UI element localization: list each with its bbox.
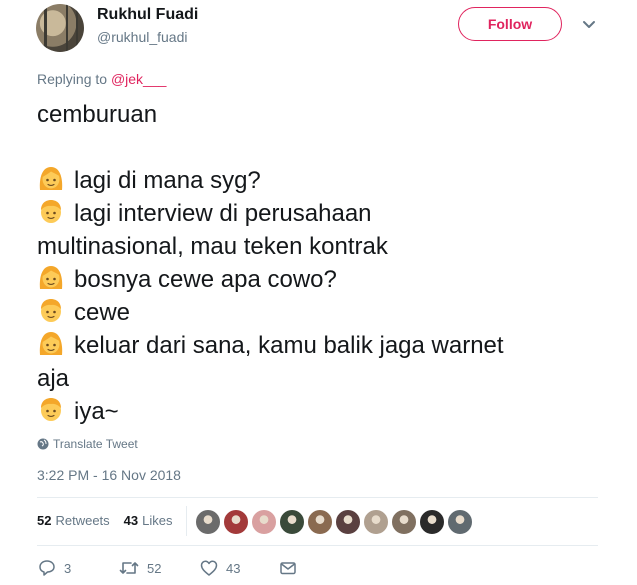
divider <box>37 545 598 546</box>
avatar[interactable] <box>36 4 84 52</box>
retweets-label: Retweets <box>55 513 110 528</box>
dialog-line: aja <box>37 362 597 395</box>
liker-avatar[interactable] <box>363 509 389 535</box>
reply-mention-link[interactable]: @jek___ <box>111 71 166 87</box>
translate-label: Translate Tweet <box>53 437 138 451</box>
display-name[interactable]: Rukhul Fuadi <box>97 6 198 24</box>
dialog-lines: lagi di mana syg? lagi interview di perus… <box>37 164 597 428</box>
liker-avatar[interactable] <box>335 509 361 535</box>
likes-stat[interactable]: 43 Likes <box>124 513 173 528</box>
liker-avatar[interactable] <box>307 509 333 535</box>
liker-avatar[interactable] <box>251 509 277 535</box>
retweet-count: 52 <box>147 560 162 576</box>
like-button[interactable]: 43 <box>200 559 240 577</box>
reply-button[interactable]: 3 <box>38 559 71 577</box>
dialog-line-text: iya~ <box>74 398 119 425</box>
direct-message-button[interactable] <box>279 559 305 577</box>
chevron-down-icon[interactable] <box>582 17 596 31</box>
dialog-line: iya~ <box>37 395 597 428</box>
dialog-line-text: keluar dari sana, kamu balik jaga warnet <box>74 332 504 359</box>
liker-avatar[interactable] <box>223 509 249 535</box>
liker-avatar[interactable] <box>447 509 473 535</box>
user-handle[interactable]: @rukhul_fuadi <box>97 29 188 45</box>
liker-avatar[interactable] <box>419 509 445 535</box>
globe-icon <box>37 438 49 450</box>
dialog-line-text: bosnya cewe apa cowo? <box>74 266 337 293</box>
replying-to: Replying to @jek___ <box>37 71 166 87</box>
translate-tweet-link[interactable]: Translate Tweet <box>37 437 138 451</box>
reply-icon <box>39 560 55 576</box>
heart-icon <box>200 560 218 576</box>
dialog-line: keluar dari sana, kamu balik jaga warnet <box>37 329 597 362</box>
replying-prefix: Replying to <box>37 71 108 87</box>
retweets-stat[interactable]: 52 Retweets <box>37 513 110 528</box>
girl-emoji-icon <box>39 266 63 289</box>
envelope-icon <box>280 562 296 575</box>
boy-emoji-icon <box>41 200 61 223</box>
likes-count: 43 <box>123 513 139 528</box>
engagement-stats: 52 Retweets 43 Likes <box>37 513 173 528</box>
dialog-line: lagi interview di perusahaan <box>37 197 597 230</box>
dialog-line-text: multinasional, mau teken kontrak <box>37 233 388 260</box>
boy-emoji-icon <box>41 299 61 322</box>
dialog-line-text: lagi interview di perusahaan <box>74 200 372 227</box>
tweet-first-line: cemburuan <box>37 101 158 128</box>
dialog-line-text: aja <box>37 365 70 392</box>
liker-avatars <box>195 509 475 535</box>
dialog-line: multinasional, mau teken kontrak <box>37 230 597 263</box>
dialog-line-text: cewe <box>74 299 131 326</box>
dialog-line: cewe <box>37 296 597 329</box>
boy-emoji-icon <box>41 398 61 421</box>
liker-avatar[interactable] <box>391 509 417 535</box>
retweet-icon <box>119 562 139 574</box>
divider <box>186 506 187 536</box>
liker-avatar[interactable] <box>195 509 221 535</box>
dialog-line: lagi di mana syg? <box>37 164 597 197</box>
like-count: 43 <box>226 560 241 576</box>
likes-label: Likes <box>142 513 173 528</box>
retweet-button[interactable]: 52 <box>119 559 161 577</box>
tweet-text: cemburuan lagi di mana syg? lagi intervie… <box>37 98 597 428</box>
liker-avatar[interactable] <box>279 509 305 535</box>
follow-button[interactable]: Follow <box>458 7 562 41</box>
dialog-line-text: lagi di mana syg? <box>74 167 261 194</box>
dialog-line: bosnya cewe apa cowo? <box>37 263 597 296</box>
girl-emoji-icon <box>39 167 63 190</box>
timestamp[interactable]: 3:22 PM - 16 Nov 2018 <box>37 467 181 483</box>
divider <box>37 497 598 498</box>
reply-count: 3 <box>64 560 72 576</box>
retweets-count: 52 <box>37 513 52 528</box>
girl-emoji-icon <box>39 332 63 355</box>
